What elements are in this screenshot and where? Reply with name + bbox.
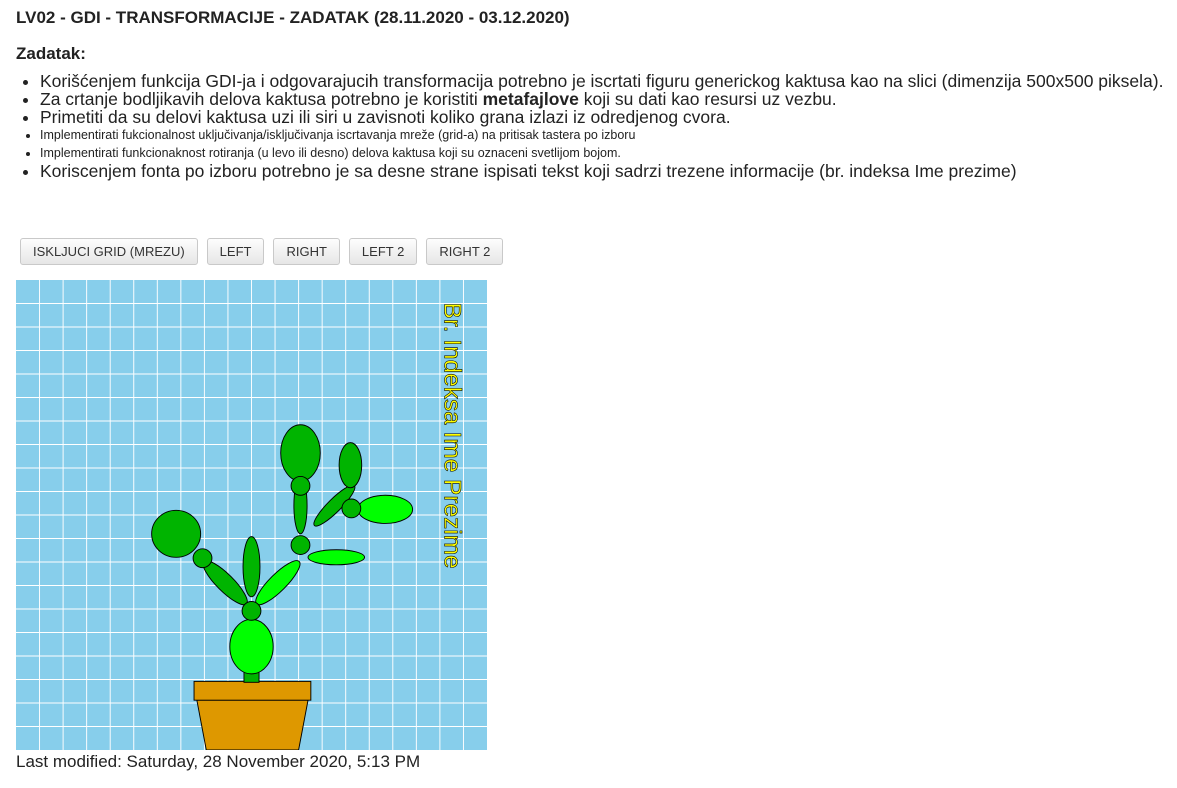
task-item: Korišćenjem funkcija GDI-ja i odgovaraju…: [40, 72, 1177, 90]
cactus-segment-center: [242, 536, 261, 598]
task-text: koji su dati kao resursi uz vezbu.: [578, 89, 837, 109]
rotate-left-button[interactable]: LEFT: [206, 238, 265, 265]
task-text: Za crtanje bodljikavih delova kaktusa po…: [40, 89, 483, 109]
cactus-pad-top: [280, 424, 321, 482]
pot-rim: [193, 680, 312, 701]
cactus-node: [241, 601, 262, 621]
cactus-node: [290, 535, 311, 555]
cactus-node: [290, 475, 311, 496]
task-list: Korišćenjem funkcija GDI-ja i odgovaraju…: [16, 72, 1177, 180]
task-item: Implementirati funkcionaknost rotiranja …: [40, 144, 1177, 162]
cactus-node: [341, 498, 362, 519]
rotate-left-2-button[interactable]: LEFT 2: [348, 238, 418, 265]
section-heading: Zadatak:: [16, 44, 86, 63]
task-item: Za crtanje bodljikavih delova kaktusa po…: [40, 90, 1177, 108]
task-item: Koriscenjem fonta po izboru potrebno je …: [40, 162, 1177, 180]
task-item: Implementirati fukcionalnost uključivanj…: [40, 126, 1177, 144]
last-modified: Last modified: Saturday, 28 November 202…: [16, 752, 421, 771]
cactus-pad-upper-right: [338, 442, 363, 489]
task-emphasis: metafajlove: [482, 89, 579, 109]
cactus-pad-right: [357, 494, 414, 524]
cactus-node: [192, 548, 213, 569]
cactus-pad-left: [151, 509, 202, 558]
rotate-right-2-button[interactable]: RIGHT 2: [426, 238, 504, 265]
page-title: LV02 - GDI - TRANSFORMACIJE - ZADATAK (2…: [16, 8, 570, 27]
cactus-main-body: [229, 618, 274, 675]
toggle-grid-button[interactable]: ISKLJUCI GRID (MREZU): [20, 238, 198, 265]
student-info-text: Br. Indeksa Ime Prezime: [439, 303, 466, 569]
cactus-segment-horizontal: [307, 549, 366, 566]
button-bar: ISKLJUCI GRID (MREZU) LEFT RIGHT LEFT 2 …: [20, 238, 504, 265]
rotate-right-button[interactable]: RIGHT: [273, 238, 340, 265]
cactus-drawing: Br. Indeksa Ime Prezime: [16, 280, 487, 751]
pot-body: [196, 699, 309, 751]
task-item: Primetiti da su delovi kaktusa uzi ili s…: [40, 108, 1177, 126]
flower-pot: [193, 680, 312, 751]
cactus-canvas: Br. Indeksa Ime Prezime: [16, 280, 487, 751]
